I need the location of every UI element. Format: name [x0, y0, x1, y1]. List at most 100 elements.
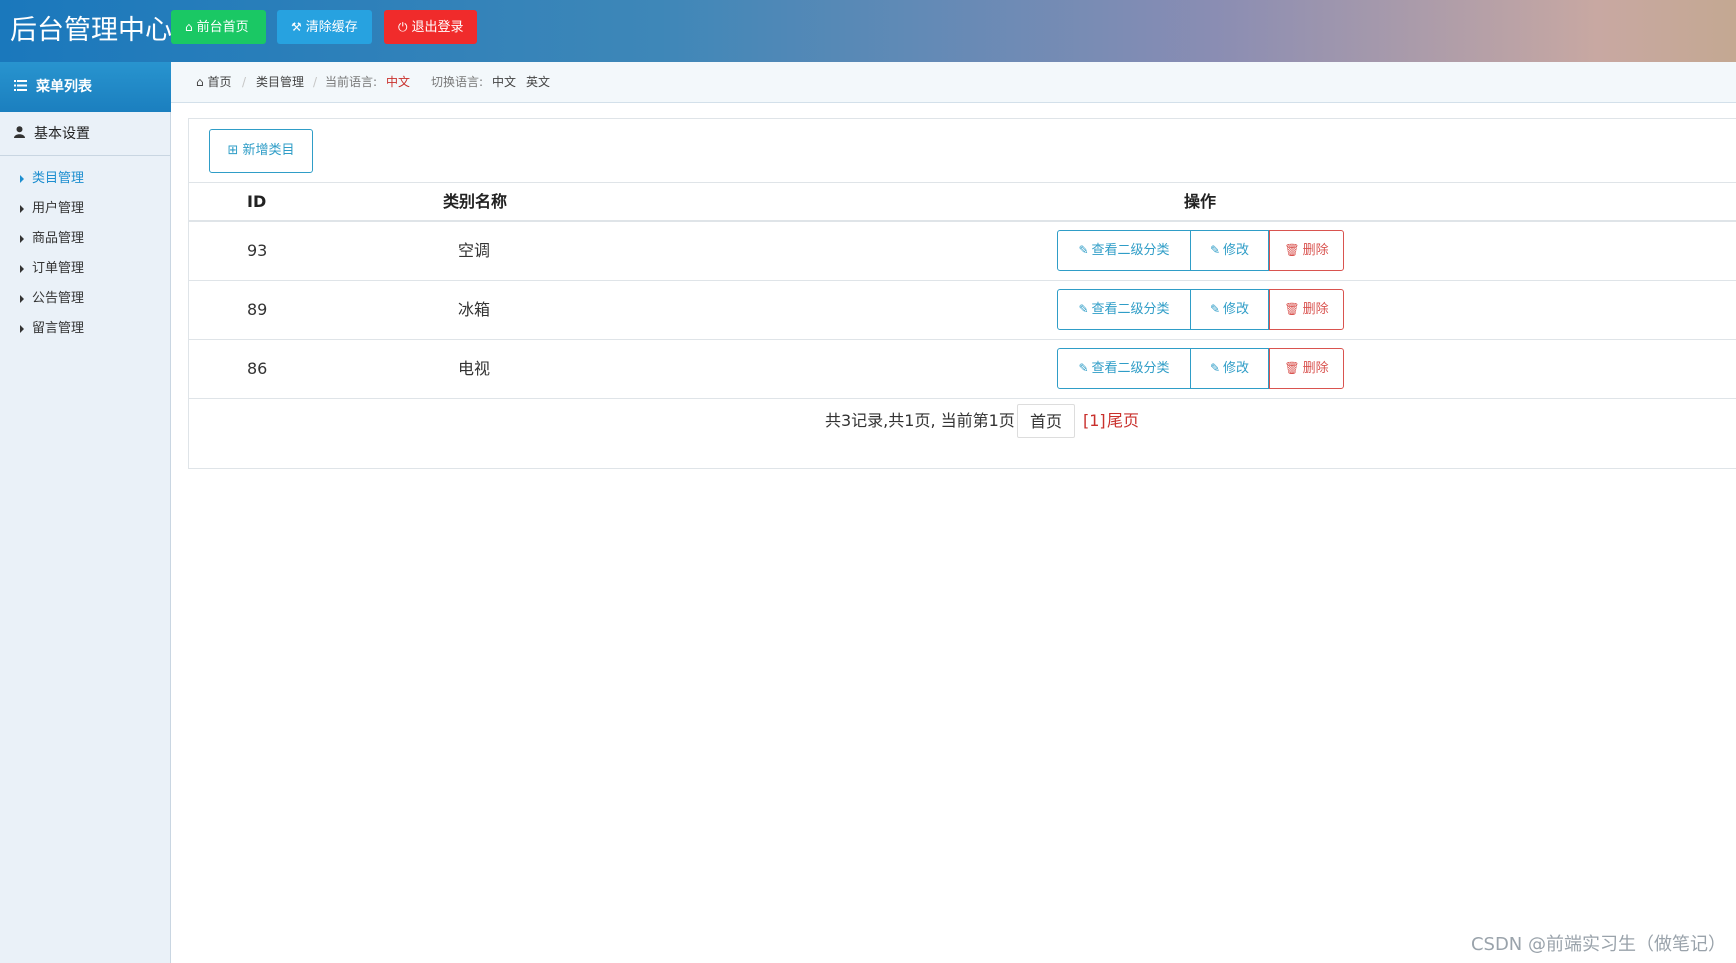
trash-icon: 🗑	[1284, 361, 1300, 375]
home-icon: ⌂	[196, 75, 204, 89]
sidebar-submenu: 类目管理 用户管理 商品管理 订单管理 公告管理 留言管理	[0, 164, 170, 344]
edit-button[interactable]: ✎ 修改	[1191, 348, 1269, 389]
row-actions: ✎ 查看二级分类 ✎ 修改 🗑 删除	[1057, 348, 1344, 389]
sidebar: 菜单列表 基本设置 类目管理 用户管理 商品管理 订单管理 公告管理 留言管理	[0, 62, 171, 963]
caret-right-icon	[20, 204, 24, 213]
row-actions: ✎ 查看二级分类 ✎ 修改 🗑 删除	[1057, 230, 1344, 271]
menu-list-header[interactable]: 菜单列表	[0, 62, 171, 112]
row-id: 86	[247, 359, 268, 378]
edit-icon: ✎	[1209, 243, 1221, 257]
column-header-actions: 操作	[1184, 192, 1217, 211]
edit-icon: ✎	[1078, 361, 1089, 375]
current-page-link[interactable]: [1]	[1083, 404, 1106, 438]
watermark: CSDN @前端实习生（做笔记）	[1470, 934, 1726, 955]
frontend-home-label: 前台首页	[196, 20, 249, 35]
delete-label: 删除	[1302, 243, 1329, 258]
edit-icon: ✎	[1209, 302, 1221, 316]
menu-list-title: 菜单列表	[36, 79, 92, 95]
delete-button[interactable]: 🗑 删除	[1269, 348, 1344, 389]
sidebar-item-label: 订单管理	[32, 261, 85, 276]
edit-label: 修改	[1223, 302, 1250, 317]
pagination-summary: 共3记录,共1页, 当前第1页	[825, 411, 1015, 430]
table-header: ID 类别名称 操作	[189, 182, 1736, 222]
caret-right-icon	[20, 234, 24, 243]
breadcrumb-separator: /	[242, 75, 247, 89]
row-name: 空调	[458, 241, 491, 260]
delete-button[interactable]: 🗑 删除	[1269, 230, 1344, 271]
delete-label: 删除	[1302, 361, 1329, 376]
breadcrumb-current: 类目管理	[256, 75, 305, 89]
top-header: 后台管理中心 ⌂ 前台首页 ⚒ 清除缓存 ⏻ 退出登录	[0, 0, 1736, 62]
breadcrumb-home-link[interactable]: ⌂ 首页	[196, 62, 231, 102]
breadcrumb-separator: /	[313, 75, 318, 89]
clear-cache-label: 清除缓存	[305, 20, 358, 35]
caret-right-icon	[20, 294, 24, 303]
pagination: 共3记录,共1页, 当前第1页 首页 [1] 尾页	[189, 404, 1736, 444]
table-row: 93 空调 ✎ 查看二级分类 ✎ 修改 🗑 删除	[189, 222, 1736, 281]
row-name: 冰箱	[458, 300, 491, 319]
column-header-name: 类别名称	[443, 192, 508, 211]
wrench-icon: ⚒	[291, 20, 302, 34]
sidebar-item-label: 商品管理	[32, 231, 85, 246]
view-subcategory-label: 查看二级分类	[1091, 243, 1170, 258]
first-page-button[interactable]: 首页	[1017, 404, 1075, 438]
clear-cache-button[interactable]: ⚒ 清除缓存	[277, 10, 372, 44]
edit-icon: ✎	[1209, 361, 1221, 375]
delete-button[interactable]: 🗑 删除	[1269, 289, 1344, 330]
view-subcategory-button[interactable]: ✎ 查看二级分类	[1057, 289, 1191, 330]
edit-label: 修改	[1223, 243, 1250, 258]
sidebar-item-category[interactable]: 类目管理	[0, 164, 170, 194]
edit-label: 修改	[1223, 361, 1250, 376]
switch-language-english[interactable]: 英文	[526, 62, 550, 102]
caret-right-icon	[20, 264, 24, 273]
category-panel: ⊞ 新增类目 ID 类别名称 操作 93 空调 ✎ 查看二级分类 ✎ 修改 🗑 删除 …	[188, 118, 1736, 469]
switch-language-label: 切换语言:	[431, 75, 484, 89]
app-title: 后台管理中心	[10, 15, 172, 46]
basic-settings-label: 基本设置	[34, 126, 90, 142]
sidebar-item-label: 用户管理	[32, 201, 85, 216]
frontend-home-button[interactable]: ⌂ 前台首页	[171, 10, 266, 44]
view-subcategory-label: 查看二级分类	[1091, 302, 1170, 317]
edit-icon: ✎	[1078, 243, 1089, 257]
row-id: 89	[247, 300, 268, 319]
view-subcategory-button[interactable]: ✎ 查看二级分类	[1057, 230, 1191, 271]
sidebar-item-label: 公告管理	[32, 291, 85, 306]
current-language-label: 当前语言:	[325, 75, 378, 89]
view-subcategory-button[interactable]: ✎ 查看二级分类	[1057, 348, 1191, 389]
logout-label: 退出登录	[411, 20, 464, 35]
sidebar-item-announcements[interactable]: 公告管理	[0, 284, 170, 314]
edit-button[interactable]: ✎ 修改	[1191, 230, 1269, 271]
trash-icon: 🗑	[1284, 243, 1300, 257]
current-language-value: 中文	[386, 75, 411, 89]
sidebar-item-orders[interactable]: 订单管理	[0, 254, 170, 284]
home-icon: ⌂	[185, 20, 193, 34]
row-id: 93	[247, 241, 268, 260]
edit-icon: ✎	[1078, 302, 1089, 316]
sidebar-item-label: 留言管理	[32, 321, 85, 336]
row-actions: ✎ 查看二级分类 ✎ 修改 🗑 删除	[1057, 289, 1344, 330]
sidebar-item-users[interactable]: 用户管理	[0, 194, 170, 224]
sidebar-item-messages[interactable]: 留言管理	[0, 314, 170, 344]
column-header-id: ID	[247, 192, 267, 211]
power-icon: ⏻	[398, 20, 408, 34]
caret-right-icon	[20, 324, 24, 333]
sidebar-item-products[interactable]: 商品管理	[0, 224, 170, 254]
user-icon	[14, 113, 28, 157]
row-name: 电视	[458, 359, 491, 378]
edit-button[interactable]: ✎ 修改	[1191, 289, 1269, 330]
caret-right-icon	[20, 174, 24, 183]
last-page-link[interactable]: 尾页	[1107, 404, 1139, 438]
plus-square-icon: ⊞	[227, 143, 239, 158]
basic-settings-group[interactable]: 基本设置	[0, 112, 170, 156]
trash-icon: 🗑	[1284, 302, 1300, 316]
delete-label: 删除	[1302, 302, 1329, 317]
list-icon	[14, 62, 30, 112]
add-category-button[interactable]: ⊞ 新增类目	[209, 129, 313, 173]
table-row: 86 电视 ✎ 查看二级分类 ✎ 修改 🗑 删除	[189, 340, 1736, 399]
breadcrumb: ⌂ 首页 / 类目管理 / 当前语言: 中文 切换语言: 中文 英文	[171, 62, 1736, 103]
breadcrumb-home-label: 首页	[207, 75, 232, 89]
logout-button[interactable]: ⏻ 退出登录	[384, 10, 477, 44]
view-subcategory-label: 查看二级分类	[1091, 361, 1170, 376]
add-category-label: 新增类目	[242, 143, 295, 158]
switch-language-chinese[interactable]: 中文	[492, 62, 516, 102]
